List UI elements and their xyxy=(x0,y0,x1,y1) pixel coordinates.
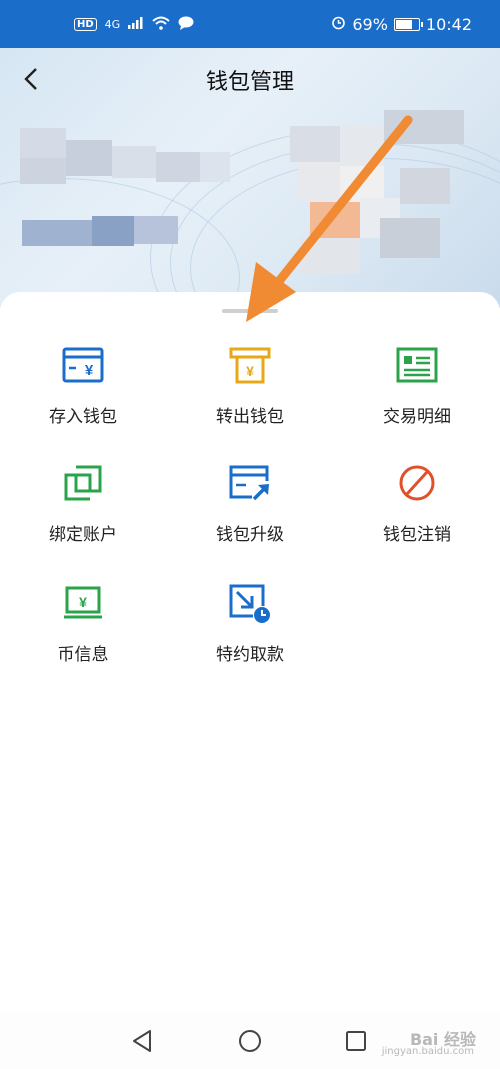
transaction-detail-icon xyxy=(394,342,440,388)
hd-badge: HD xyxy=(74,17,97,31)
svg-text:¥: ¥ xyxy=(246,363,254,379)
menu-item-bind-account[interactable]: 绑定账户 xyxy=(0,460,166,560)
wifi-icon xyxy=(152,16,170,33)
network-type: 4G xyxy=(104,17,121,31)
menu-item-label: 钱包注销 xyxy=(383,525,451,545)
withdraw-atm-icon: ¥ xyxy=(227,342,273,388)
currency-info-icon: ¥ xyxy=(60,580,106,626)
menu-item-label: 币信息 xyxy=(57,645,109,665)
battery-percent: 69% xyxy=(352,14,388,34)
upgrade-card-icon xyxy=(227,460,273,506)
clock: 10:42 xyxy=(425,14,472,34)
page-title: 钱包管理 xyxy=(205,70,294,95)
status-bar: HD 4G 69% 10:42 xyxy=(0,0,500,48)
menu-item-label: 钱包升级 xyxy=(216,525,284,545)
menu-item-label: 存入钱包 xyxy=(49,407,117,427)
menu-item-transactions[interactable]: 交易明细 xyxy=(334,342,500,442)
menu-item-cancel-wallet[interactable]: 钱包注销 xyxy=(334,460,500,560)
menu-item-currency-info[interactable]: ¥ 币信息 xyxy=(0,580,166,680)
menu-item-deposit[interactable]: ¥ 存入钱包 xyxy=(0,342,166,442)
nav-recents-button[interactable] xyxy=(343,1028,369,1054)
battery-icon xyxy=(393,17,423,31)
deposit-wallet-icon: ¥ xyxy=(60,342,106,388)
status-right: 69% 10:42 xyxy=(331,15,472,34)
menu-item-label: 交易明细 xyxy=(383,407,451,427)
cancel-prohibit-icon xyxy=(394,460,440,506)
bind-account-icon xyxy=(60,460,106,506)
message-icon xyxy=(178,16,194,33)
menu-item-label: 转出钱包 xyxy=(216,407,284,427)
svg-text:¥: ¥ xyxy=(79,594,87,610)
menu-item-upgrade[interactable]: 钱包升级 xyxy=(167,460,333,560)
svg-text:¥: ¥ xyxy=(85,362,94,379)
square-recents-icon xyxy=(346,1031,366,1051)
menu-item-label: 特约取款 xyxy=(216,645,284,665)
header-banner: 钱包管理 xyxy=(0,48,500,308)
menu-item-special-withdraw[interactable]: 特约取款 xyxy=(167,580,333,680)
special-withdraw-icon xyxy=(227,580,273,626)
menu-item-label: 绑定账户 xyxy=(49,525,117,545)
wallet-menu-card: ¥ 存入钱包 ¥ 转出钱包 交易明细 绑定账户 钱包升级 钱包注销 ¥ 币信息 … xyxy=(0,292,500,1012)
signal-icon xyxy=(128,16,144,32)
nav-home-button[interactable] xyxy=(237,1028,263,1054)
status-left: HD 4G xyxy=(74,16,194,33)
triangle-back-icon xyxy=(133,1030,151,1052)
watermark-sub: jingyan.baidu.com xyxy=(381,1046,474,1057)
menu-item-withdraw[interactable]: ¥ 转出钱包 xyxy=(167,342,333,442)
circle-home-icon xyxy=(239,1030,261,1052)
baidu-watermark: Bai 经验 jingyan.baidu.com xyxy=(374,1012,494,1064)
nav-back-button[interactable] xyxy=(130,1028,156,1054)
alarm-icon xyxy=(331,15,346,34)
drag-handle[interactable] xyxy=(222,309,278,313)
